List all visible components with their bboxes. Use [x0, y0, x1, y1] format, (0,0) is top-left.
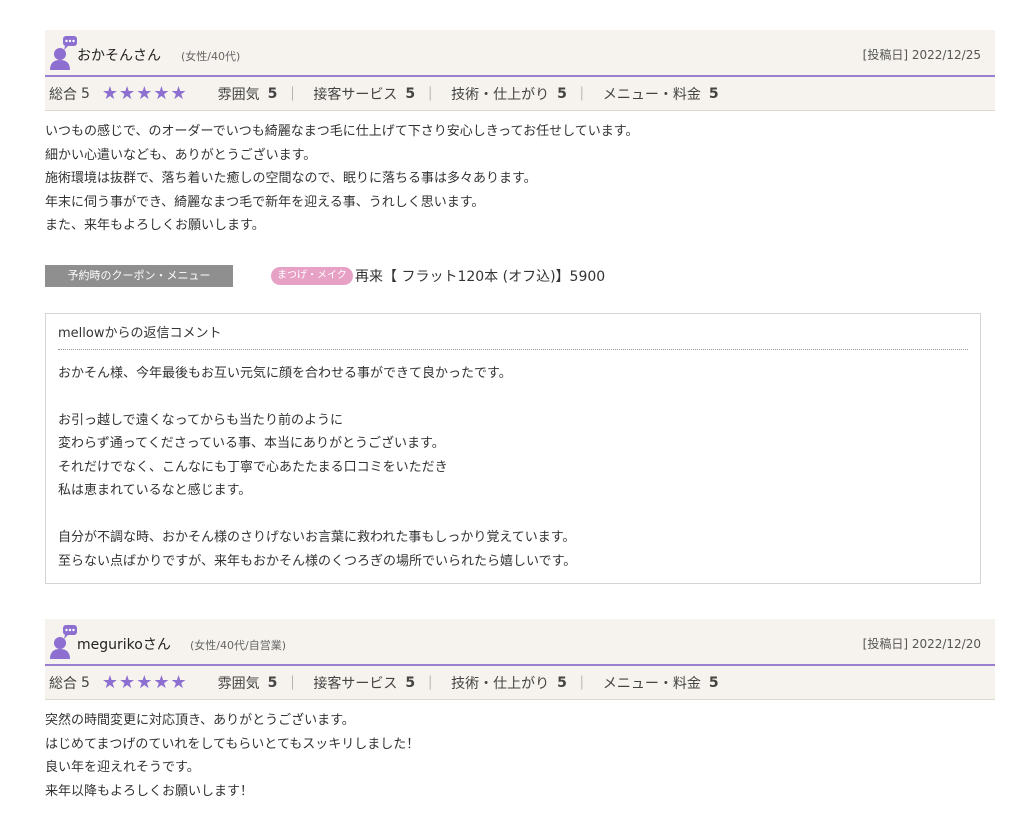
coupon-label: 予約時のクーポン・メニュー [45, 264, 233, 287]
category-label: 接客サービス [313, 86, 398, 103]
category-score: 5 [708, 674, 719, 691]
overall-score: 5 [81, 85, 90, 102]
reply-line: 至らない点ばかりですが、来年もおかそん様のくつろぎの場所でいられたら嬉しいです。 [58, 553, 577, 569]
reviewer-attributes: (女性/40代) [181, 50, 241, 63]
overall-score: 5 [81, 674, 90, 691]
category-separator: ｜ [285, 675, 300, 692]
star-rating: ★★★★★ [101, 672, 188, 693]
rating-bar: 総合 5 ★★★★★ 雰囲気 5 ｜ 接客サービス 5 ｜ 技術・仕上がり 5 … [45, 77, 995, 111]
reply-line: 変わらず通ってくださっている事、本当にありがとうございます。 [58, 436, 445, 451]
category-separator: ｜ [423, 86, 438, 103]
category-separator: ｜ [285, 86, 300, 103]
review-line: 年末に伺う事ができ、綺麗なまつ毛で新年を迎える事、うれしく思います。 [45, 194, 485, 210]
review-header: megurikoさん (女性/40代/自営業) [投稿日] 2022/12/20 [45, 619, 995, 666]
category-score: 5 [405, 85, 416, 102]
category-label: 接客サービス [313, 675, 398, 692]
reply-line: 自分が不調な時、おかそん様のさりげないお言葉に救われた事もしっかり覚えています。 [58, 530, 576, 545]
overall-label: 総合 [49, 675, 77, 692]
review-line: 来年以降もよろしくお願いします！ [45, 783, 254, 799]
overall-label: 総合 [49, 86, 77, 103]
category-score: 5 [267, 85, 278, 102]
review-line: 良い年を迎えれそうです。 [45, 760, 200, 775]
reviewer-attributes: (女性/40代/自営業) [190, 639, 286, 652]
coupon-row: 予約時のクーポン・メニュー まつげ・メイク 再来【 フラット120本 (オフ込)… [45, 264, 995, 287]
reply-body: おかそん様、今年最後もお互い元気に顔を合わせる事ができて良かったです。 お引っ越… [58, 350, 968, 574]
reviewer-name: おかそんさん [77, 48, 161, 64]
user-comment-icon [50, 36, 77, 70]
category-label: 技術・仕上がり [451, 675, 550, 692]
category-score: 5 [708, 85, 719, 102]
reply-line: おかそん様、今年最後もお互い元気に顔を合わせる事ができて良かったです。 [58, 365, 512, 381]
post-date: [投稿日] 2022/12/20 [862, 637, 981, 651]
category-separator: ｜ [574, 675, 589, 692]
review-line: いつもの感じで、のオーダーでいつも綺麗なまつ毛に仕上げて下さり安心しきってお任せ… [45, 124, 639, 139]
reply-line: 私は恵まれているなと感じます。 [58, 483, 252, 498]
user-comment-icon [50, 625, 77, 659]
reply-line: それだけでなく、こんなにも丁寧で心あたたまる口コミをいただき [58, 459, 448, 475]
coupon-category-tag: まつげ・メイク [271, 266, 353, 285]
review-line: はじめてまつげのていれをしてもらいとてもスッキリしました！ [45, 736, 420, 752]
category-label: 雰囲気 [217, 675, 260, 692]
review-card: おかそんさん (女性/40代) [投稿日] 2022/12/25 総合 5 ★★… [45, 30, 995, 584]
category-label: メニュー・料金 [602, 675, 701, 692]
review-line: また、来年もよろしくお願いします。 [45, 218, 265, 233]
category-score: 5 [405, 674, 416, 691]
salon-reply: mellowからの返信コメント おかそん様、今年最後もお互い元気に顔を合わせる事… [45, 312, 981, 584]
category-label: 雰囲気 [217, 86, 260, 103]
review-line: 施術環境は抜群で、落ち着いた癒しの空間なので、眠りに落ちる事は多々あります。 [45, 171, 537, 186]
review-line: 細かい心遣いなども、ありがとうございます。 [45, 147, 317, 163]
reviewer-name: megurikoさん [77, 637, 171, 653]
reply-title: mellowからの返信コメント [58, 322, 968, 350]
star-rating: ★★★★★ [101, 83, 188, 104]
category-separator: ｜ [574, 86, 589, 103]
category-separator: ｜ [423, 675, 438, 692]
category-score: 5 [557, 674, 567, 691]
reply-line: お引っ越しで遠くなってからも当たり前のように [58, 412, 343, 428]
coupon-menu-text[interactable]: 再来【 フラット120本 (オフ込)】5900 [355, 266, 605, 286]
category-label: 技術・仕上がり [451, 86, 550, 103]
rating-bar: 総合 5 ★★★★★ 雰囲気 5 ｜ 接客サービス 5 ｜ 技術・仕上がり 5 … [45, 666, 995, 700]
category-score: 5 [267, 674, 278, 691]
category-label: メニュー・料金 [602, 86, 701, 103]
category-score: 5 [557, 85, 567, 102]
review-body: 突然の時間変更に対応頂き、ありがとうございます。 はじめてまつげのていれをしても… [45, 700, 995, 803]
review-card: megurikoさん (女性/40代/自営業) [投稿日] 2022/12/20… [45, 619, 995, 803]
review-line: 突然の時間変更に対応頂き、ありがとうございます。 [45, 713, 355, 728]
review-header: おかそんさん (女性/40代) [投稿日] 2022/12/25 [45, 30, 995, 77]
post-date: [投稿日] 2022/12/25 [862, 48, 981, 62]
review-body: いつもの感じで、のオーダーでいつも綺麗なまつ毛に仕上げて下さり安心しきってお任せ… [45, 111, 995, 238]
